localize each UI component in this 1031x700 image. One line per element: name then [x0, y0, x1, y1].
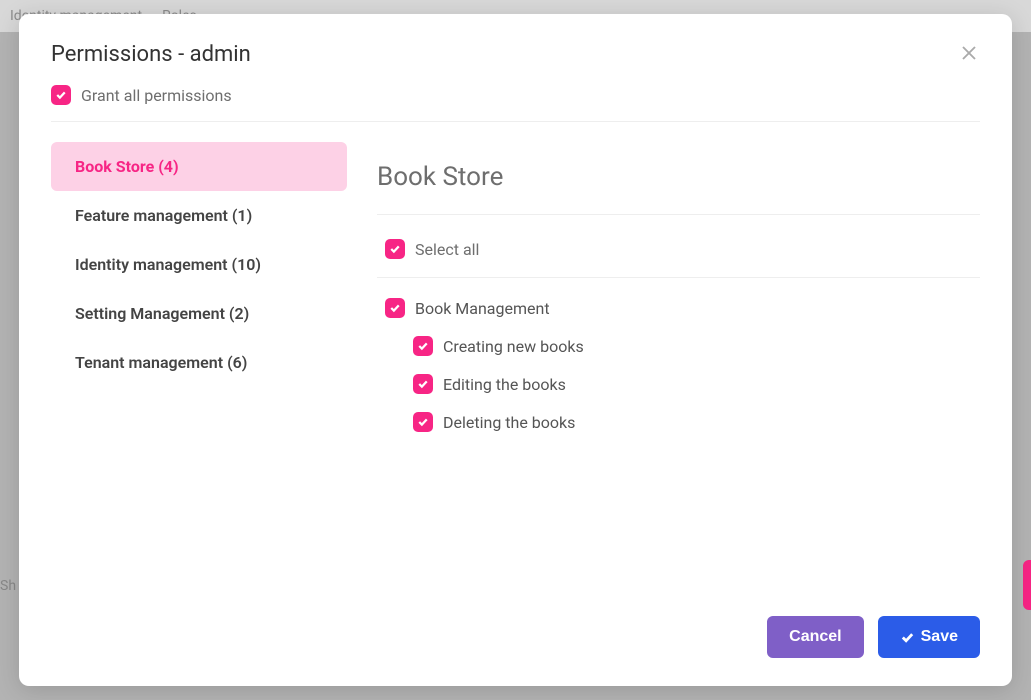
permissions-panel: Book Store Select all	[377, 142, 980, 616]
select-all-label: Select all	[415, 240, 479, 259]
tab-identity-management[interactable]: Identity management (10)	[51, 240, 347, 289]
check-icon	[389, 302, 401, 314]
modal-title: Permissions - admin	[51, 42, 251, 67]
cancel-button[interactable]: Cancel	[767, 616, 863, 658]
save-label: Save	[921, 628, 958, 646]
panel-title: Book Store	[377, 162, 980, 192]
panel-divider-1	[377, 214, 980, 215]
save-button[interactable]: Save	[878, 616, 980, 658]
permission-child-row: Deleting the books	[413, 412, 972, 432]
tabs-sidebar: Book Store (4) Feature management (1) Id…	[51, 142, 347, 616]
grant-all-row: Grant all permissions	[51, 85, 980, 105]
perm-create-label: Creating new books	[443, 337, 584, 356]
close-button[interactable]	[958, 42, 980, 67]
select-all-row: Select all	[377, 221, 980, 277]
permission-group: Book Management Creating new books	[377, 284, 980, 432]
permission-children: Creating new books Editing the books	[385, 336, 972, 432]
tab-tenant-management[interactable]: Tenant management (6)	[51, 338, 347, 387]
permission-child-row: Editing the books	[413, 374, 972, 394]
check-icon	[389, 243, 401, 255]
check-icon	[900, 630, 915, 645]
perm-book-management-checkbox[interactable]	[385, 298, 405, 318]
content: Book Store (4) Feature management (1) Id…	[51, 142, 980, 616]
tab-setting-management[interactable]: Setting Management (2)	[51, 289, 347, 338]
close-icon	[960, 44, 978, 62]
check-icon	[417, 416, 429, 428]
select-all-checkbox[interactable]	[385, 239, 405, 259]
bg-accent-sliver	[1023, 560, 1031, 610]
perm-edit-label: Editing the books	[443, 375, 566, 394]
permissions-modal: Permissions - admin Grant all permission…	[19, 14, 1012, 686]
perm-edit-checkbox[interactable]	[413, 374, 433, 394]
perm-create-checkbox[interactable]	[413, 336, 433, 356]
tab-feature-management[interactable]: Feature management (1)	[51, 191, 347, 240]
permission-parent-row: Book Management	[385, 298, 972, 318]
tab-book-store[interactable]: Book Store (4)	[51, 142, 347, 191]
perm-delete-checkbox[interactable]	[413, 412, 433, 432]
check-icon	[55, 89, 67, 101]
grant-all-checkbox[interactable]	[51, 85, 71, 105]
cancel-label: Cancel	[789, 628, 841, 646]
bg-bottom-text: Sh	[0, 578, 16, 594]
panel-divider-2	[377, 277, 980, 278]
modal-footer: Cancel Save	[51, 616, 980, 658]
perm-book-management-label: Book Management	[415, 299, 550, 318]
check-icon	[417, 340, 429, 352]
check-icon	[417, 378, 429, 390]
permission-child-row: Creating new books	[413, 336, 972, 356]
perm-delete-label: Deleting the books	[443, 413, 575, 432]
grant-all-label: Grant all permissions	[81, 86, 232, 105]
modal-header: Permissions - admin	[51, 42, 980, 67]
top-divider	[51, 121, 980, 122]
